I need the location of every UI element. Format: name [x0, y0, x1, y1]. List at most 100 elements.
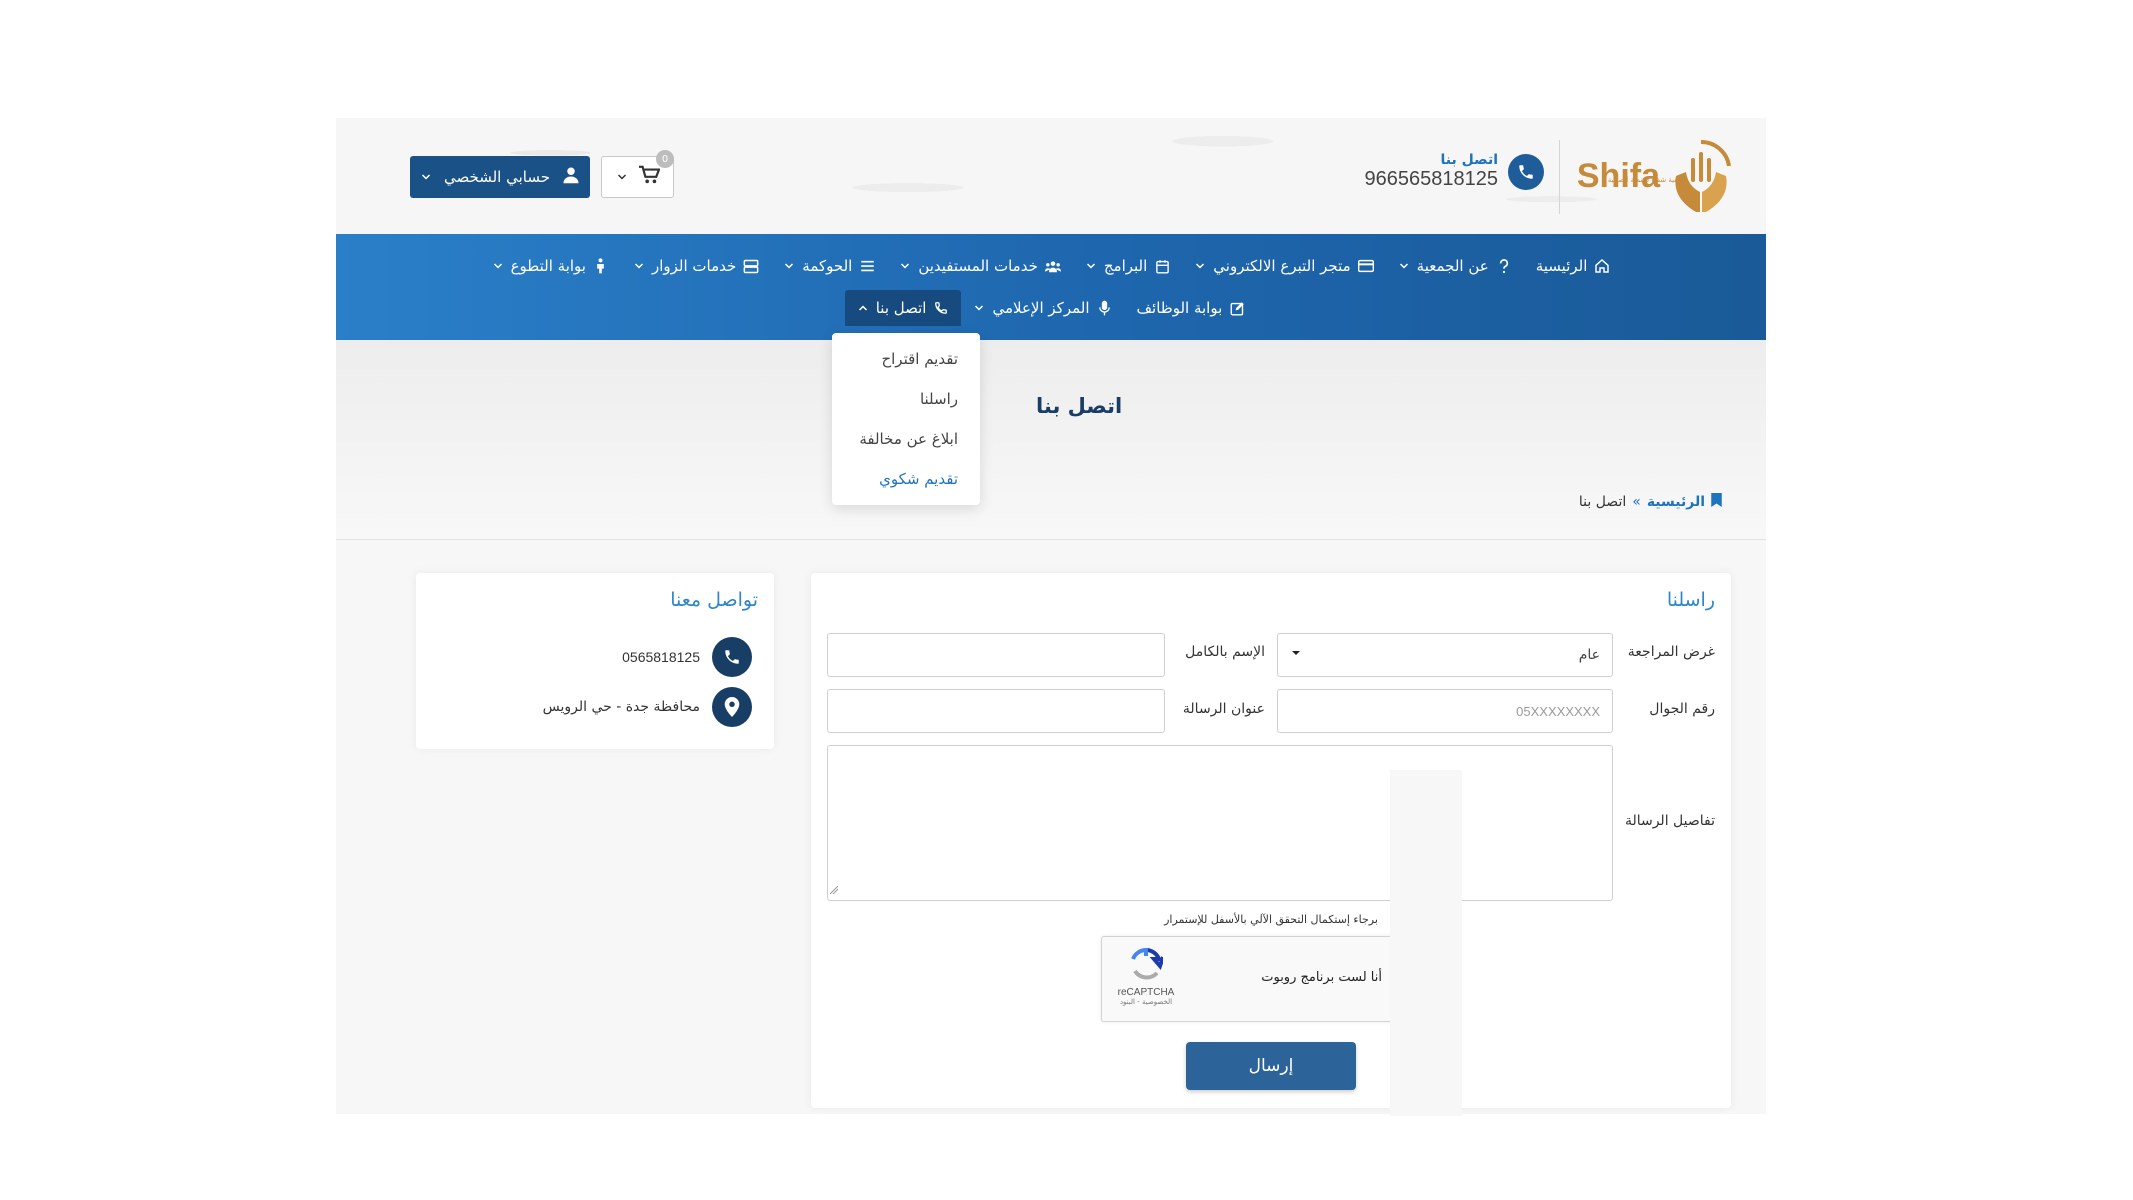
phone-icon	[933, 300, 949, 316]
fullname-input[interactable]	[827, 633, 1165, 677]
contact-address-row: محافظة جدة - حي الرويس	[543, 687, 752, 727]
main-nav: الرئيسية عن الجمعية متجر التبرع الالكترو…	[336, 234, 1766, 340]
server-icon	[743, 258, 759, 274]
menu-item-complaint[interactable]: تقديم شكوي	[832, 459, 980, 499]
resize-handle-icon[interactable]	[829, 882, 839, 898]
submit-button[interactable]: إرسال	[1186, 1042, 1356, 1090]
details-label: تفاصيل الرسالة	[1624, 813, 1715, 829]
nav-item-donation-store[interactable]: متجر التبرع الالكتروني	[1182, 248, 1385, 284]
nav-label: عن الجمعية	[1416, 257, 1489, 275]
contact-number: 966565818125	[1364, 168, 1498, 190]
site-container: Shifa جمعية شفاء للتنمية الصحية اتصل بنا…	[336, 118, 1766, 1114]
header-divider	[1559, 140, 1560, 214]
contact-info-card: تواصل معنا 0565818125 محافظة جدة - حي ال…	[416, 573, 774, 749]
user-icon	[562, 166, 580, 188]
background-strip	[1390, 770, 1462, 1116]
map-pin-icon	[712, 687, 752, 727]
subject-label: عنوان الرسالة	[1182, 701, 1265, 717]
chevron-down-icon	[1398, 260, 1410, 272]
menu-item-suggestion[interactable]: تقديم اقتراح	[832, 339, 980, 379]
nav-item-media-center[interactable]: المركز الإعلامي	[961, 290, 1124, 326]
recaptcha-logo: reCAPTCHA الخصوصية - البنود	[1114, 947, 1178, 1006]
chevron-down-icon	[616, 171, 628, 183]
subject-input[interactable]	[827, 689, 1165, 733]
nav-label: خدمات المستفيدين	[918, 257, 1038, 275]
calendar-icon	[1154, 258, 1170, 274]
edit-icon	[1229, 300, 1245, 316]
nav-label: بوابة الوظائف	[1136, 299, 1223, 317]
chevron-up-icon	[857, 302, 869, 314]
breadcrumb-current: اتصل بنا	[1578, 494, 1627, 510]
nav-item-volunteer-portal[interactable]: بوابة التطوع	[480, 248, 621, 284]
nav-item-about[interactable]: عن الجمعية	[1386, 248, 1524, 284]
nav-label: متجر التبرع الالكتروني	[1213, 257, 1351, 275]
list-icon	[859, 258, 875, 274]
breadcrumb-separator: »	[1632, 494, 1641, 510]
nav-label: بوابة التطوع	[510, 257, 586, 275]
nav-label: المركز الإعلامي	[992, 299, 1090, 317]
nav-row-1: الرئيسية عن الجمعية متجر التبرع الالكترو…	[336, 248, 1766, 284]
mobile-input[interactable]: 05XXXXXXXX	[1277, 689, 1613, 733]
nav-item-programs[interactable]: البرامج	[1073, 248, 1182, 284]
nav-item-contact-us[interactable]: اتصل بنا	[844, 290, 962, 326]
recaptcha-terms[interactable]: الخصوصية - البنود	[1114, 998, 1178, 1006]
account-button[interactable]: حسابي الشخصي	[410, 156, 590, 198]
recaptcha-brand: reCAPTCHA	[1117, 987, 1175, 998]
phone-icon	[1508, 153, 1544, 190]
contact-dropdown-menu: تقديم اقتراح راسلنا ابلاغ عن مخالفة تقدي…	[832, 333, 980, 505]
chevron-down-icon	[973, 302, 985, 314]
chevron-down-icon	[633, 260, 645, 272]
recaptcha-label: أنا لست برنامج روبوت	[1261, 970, 1382, 985]
cart-count-badge: 0	[656, 150, 674, 168]
nav-item-jobs-portal[interactable]: بوابة الوظائف	[1125, 290, 1258, 326]
chevron-down-icon	[492, 260, 504, 272]
nav-item-beneficiary-services[interactable]: خدمات المستفيدين	[887, 248, 1073, 284]
purpose-select[interactable]: عام	[1277, 633, 1613, 677]
recaptcha-icon	[1131, 947, 1165, 980]
cart-icon	[638, 165, 661, 189]
nav-label: البرامج	[1103, 257, 1148, 275]
nav-row-2: بوابة الوظائف المركز الإعلامي اتصل بنا	[336, 290, 1766, 326]
nav-label: خدمات الزوار	[651, 257, 737, 275]
users-icon	[1044, 258, 1061, 274]
bookmark-icon	[1711, 493, 1722, 511]
chevron-down-icon	[899, 260, 911, 272]
nav-label: الرئيسية	[1535, 257, 1588, 275]
page-banner: اتصل بنا الرئيسية » اتصل بنا	[336, 340, 1766, 540]
mobile-label: رقم الجوال	[1649, 701, 1715, 717]
page-title: اتصل بنا	[1036, 394, 1123, 418]
nav-item-home[interactable]: الرئيسية	[1524, 248, 1623, 284]
contact-phone-value: 0565818125	[622, 649, 700, 665]
mobile-placeholder: 05XXXXXXXX	[1516, 703, 1600, 719]
purpose-value: عام	[1578, 647, 1600, 663]
chevron-down-icon	[1194, 260, 1206, 272]
purpose-label: غرض المراجعة	[1627, 644, 1715, 660]
fullname-label: الإسم بالكامل	[1185, 644, 1265, 660]
chevron-down-icon	[1290, 647, 1302, 663]
nav-item-visitor-services[interactable]: خدمات الزوار	[621, 248, 771, 284]
card-icon	[1357, 258, 1374, 274]
details-textarea[interactable]	[827, 745, 1613, 901]
menu-item-message-us[interactable]: راسلنا	[832, 379, 980, 419]
breadcrumb-home-link[interactable]: الرئيسية	[1647, 494, 1705, 510]
recaptcha-note: برجاء إستكمال التحقق الآلي بالأسفل للإست…	[1164, 913, 1378, 926]
breadcrumb: الرئيسية » اتصل بنا	[1579, 493, 1722, 511]
chevron-down-icon	[783, 260, 795, 272]
chevron-down-icon	[420, 171, 432, 183]
contact-phone-row[interactable]: 0565818125	[622, 637, 752, 677]
logo-subtitle: جمعية شفاء للتنمية الصحية	[1607, 176, 1686, 184]
phone-icon	[712, 637, 752, 677]
person-icon	[593, 258, 609, 274]
nav-item-governance[interactable]: الحوكمة	[771, 248, 887, 284]
home-icon	[1594, 258, 1610, 274]
question-icon	[1496, 258, 1512, 274]
message-form-card: راسلنا غرض المراجعة عام الإسم بالكامل رق…	[811, 573, 1731, 1108]
account-label: حسابي الشخصي	[444, 168, 550, 186]
chevron-down-icon	[1085, 260, 1097, 272]
mic-icon	[1097, 300, 1113, 316]
form-title: راسلنا	[1666, 589, 1715, 611]
header-contact[interactable]: اتصل بنا 966565818125	[1365, 152, 1544, 191]
menu-item-report-violation[interactable]: ابلاغ عن مخالفة	[832, 419, 980, 459]
nav-label: الحوكمة	[802, 257, 853, 275]
site-header: Shifa جمعية شفاء للتنمية الصحية اتصل بنا…	[336, 118, 1766, 234]
